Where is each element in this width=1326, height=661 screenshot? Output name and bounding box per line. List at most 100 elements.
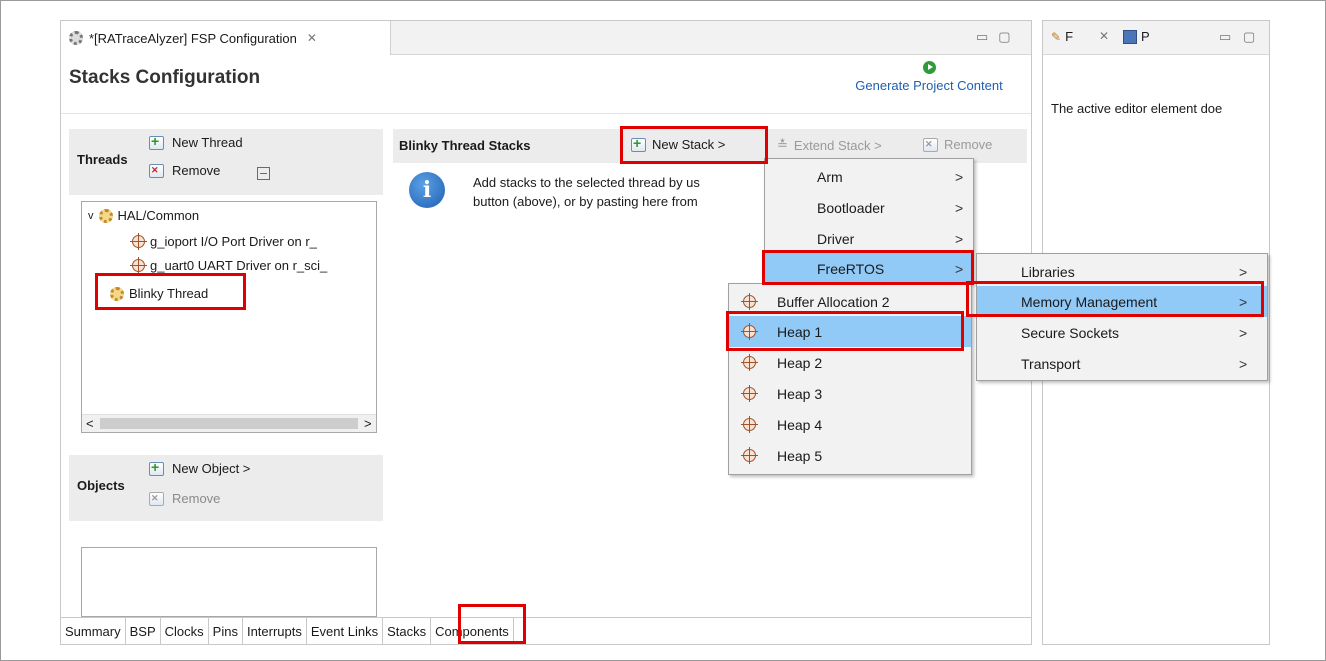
menu-item-bootloader[interactable]: Bootloader > [765, 192, 973, 223]
menu-item-heap-4[interactable]: Heap 4 [729, 409, 971, 440]
tab-f[interactable]: ✎ F [1051, 29, 1073, 44]
new-object-button[interactable]: New Object > [149, 459, 250, 476]
remove-icon [149, 163, 164, 178]
stacks-label: Blinky Thread Stacks [399, 138, 531, 153]
gear-icon [98, 208, 113, 223]
remove-stack-button[interactable]: Remove [923, 137, 992, 152]
maximize-icon[interactable]: ▢ [998, 29, 1010, 45]
collapse-all-icon[interactable] [257, 167, 270, 181]
menu-item-heap-1[interactable]: Heap 1 [729, 316, 971, 347]
minimize-icon[interactable]: ▭ [976, 29, 988, 45]
editor-tab-title: *[RATraceAlyzer] FSP Configuration [89, 30, 297, 46]
remove-object-button[interactable]: Remove [149, 491, 220, 506]
threads-panel-header: Threads New Thread Remove [69, 129, 383, 195]
menu-item-heap-2[interactable]: Heap 2 [729, 347, 971, 378]
extend-stack-button[interactable]: ≛ Extend Stack > [777, 137, 882, 153]
header-divider [61, 113, 1031, 114]
tree-item-g-uart0[interactable]: g_uart0 UART Driver on r_sci_ [130, 257, 328, 274]
menu-item-memory-management[interactable]: Memory Management > [977, 286, 1267, 317]
page-title: Stacks Configuration [69, 67, 261, 88]
menu-item-label: Heap 5 [777, 447, 823, 464]
target-icon [741, 447, 758, 464]
menu-item-heap-5[interactable]: Heap 5 [729, 440, 971, 471]
editor-tab-fsp-configuration[interactable]: *[RATraceAlyzer] FSP Configuration ✕ [61, 21, 391, 55]
tab-clocks[interactable]: Clocks [161, 618, 209, 644]
remove-icon [149, 491, 164, 506]
tree-horizontal-scrollbar[interactable]: < > [82, 414, 376, 432]
tab-components[interactable]: Components [431, 618, 514, 644]
new-stack-label: New Stack > [652, 137, 726, 152]
tree-item-label: HAL/Common [117, 208, 200, 223]
menu-item-driver[interactable]: Driver > [765, 223, 973, 254]
new-thread-label: New Thread [172, 135, 243, 150]
tree-item-label: g_ioport I/O Port Driver on r_ [150, 234, 317, 249]
target-icon [130, 257, 147, 274]
minimize-icon[interactable]: ▭ [1219, 29, 1231, 45]
new-thread-button[interactable]: New Thread [149, 133, 243, 150]
chevron-right-icon: > [1239, 324, 1248, 341]
tree-item-label: g_uart0 UART Driver on r_sci_ [150, 258, 328, 273]
menu-item-label: Driver [817, 230, 855, 247]
new-stack-button[interactable]: New Stack > [631, 135, 726, 152]
extend-icon: ≛ [777, 137, 788, 152]
menu-item-label: Heap 4 [777, 416, 823, 433]
tree-item-blinky-thread[interactable]: Blinky Thread [110, 286, 208, 301]
tab-event-links[interactable]: Event Links [307, 618, 384, 644]
properties-icon [1123, 29, 1137, 44]
target-icon [741, 385, 758, 402]
close-icon[interactable]: ✕ [307, 31, 317, 45]
view-message: The active editor element doe [1051, 101, 1223, 116]
scrollbar-thumb[interactable] [100, 418, 358, 429]
target-icon [741, 416, 758, 433]
target-icon [130, 233, 147, 250]
add-icon [631, 135, 646, 152]
chevron-right-icon: > [955, 199, 964, 216]
remove-icon [923, 137, 938, 152]
editor-bottom-tabs: Summary BSP Clocks Pins Interrupts Event… [61, 617, 1031, 644]
menu-item-freertos[interactable]: FreeRTOS > [765, 253, 973, 284]
new-stack-menu: Arm > Bootloader > Driver > FreeRTOS > [764, 158, 974, 284]
tree-item-hal-common[interactable]: v HAL/Common [88, 208, 199, 223]
tab-interrupts[interactable]: Interrupts [243, 618, 307, 644]
menu-item-label: Buffer Allocation 2 [777, 293, 890, 310]
menu-item-label: Libraries [1021, 263, 1075, 280]
chevron-right-icon: > [1239, 263, 1248, 280]
menu-item-label: Bootloader [817, 199, 885, 216]
add-icon [149, 459, 164, 476]
extend-stack-label: Extend Stack > [793, 137, 882, 153]
tab-f-label: F [1065, 29, 1074, 44]
menu-item-heap-3[interactable]: Heap 3 [729, 378, 971, 409]
scroll-left-icon[interactable]: < [86, 416, 94, 431]
menu-item-buffer-allocation-2[interactable]: Buffer Allocation 2 [729, 286, 971, 317]
brush-icon: ✎ [1051, 29, 1062, 44]
chevron-right-icon: > [1239, 293, 1248, 310]
settings-icon [69, 31, 83, 45]
scroll-right-icon[interactable]: > [364, 416, 372, 431]
tab-pins[interactable]: Pins [209, 618, 243, 644]
tree-item-label: Blinky Thread [129, 286, 209, 301]
threads-label: Threads [77, 152, 128, 167]
remove-thread-button[interactable]: Remove [149, 163, 220, 178]
info-icon: i [409, 172, 445, 208]
add-icon [149, 133, 164, 150]
menu-item-label: Heap 1 [777, 323, 823, 340]
generate-project-content-button[interactable]: Generate Project Content [831, 61, 1027, 93]
close-icon[interactable]: ✕ [1099, 29, 1109, 43]
menu-item-secure-sockets[interactable]: Secure Sockets > [977, 317, 1267, 348]
menu-item-label: Secure Sockets [1021, 324, 1120, 341]
menu-item-libraries[interactable]: Libraries > [977, 256, 1267, 287]
threads-tree: v HAL/Common g_ioport I/O Port Driver on… [81, 201, 377, 433]
chevron-right-icon: > [955, 260, 964, 277]
tab-bsp[interactable]: BSP [126, 618, 161, 644]
tree-item-g-ioport[interactable]: g_ioport I/O Port Driver on r_ [130, 233, 317, 250]
menu-item-transport[interactable]: Transport > [977, 348, 1267, 379]
maximize-icon[interactable]: ▢ [1243, 29, 1255, 45]
target-icon [741, 293, 758, 310]
tab-stacks[interactable]: Stacks [383, 618, 432, 644]
tab-summary[interactable]: Summary [61, 618, 126, 644]
menu-item-arm[interactable]: Arm > [765, 161, 973, 192]
chevron-right-icon: > [955, 168, 964, 185]
menu-item-label: Heap 2 [777, 354, 823, 371]
tab-p[interactable]: P [1123, 29, 1150, 44]
chevron-down-icon[interactable]: v [88, 210, 94, 222]
